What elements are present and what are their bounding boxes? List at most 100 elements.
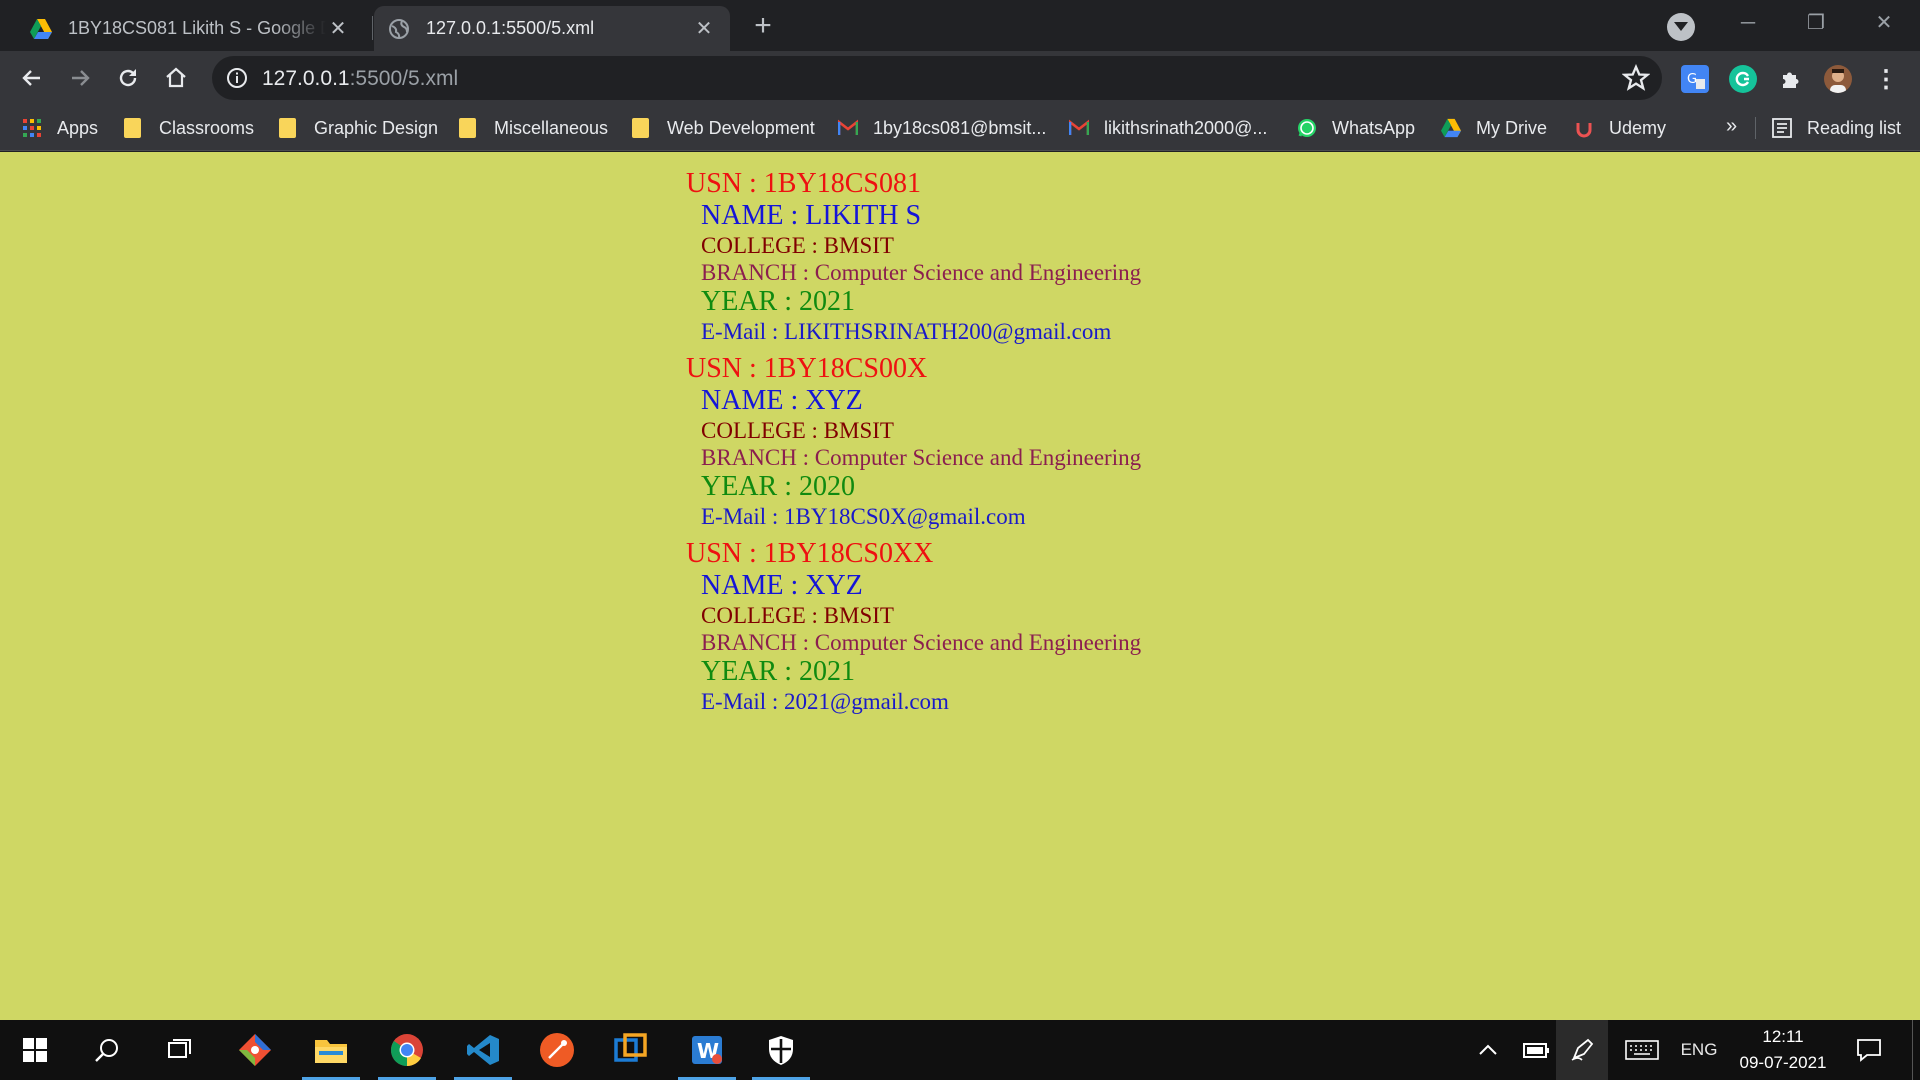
bookmark-whatsapp[interactable]: WhatsApp — [1297, 115, 1415, 141]
file-explorer-icon[interactable] — [300, 1020, 362, 1080]
clock-date: 09-07-2021 — [1739, 1053, 1827, 1072]
usn-text: USN : 1BY18CS00X — [686, 353, 928, 384]
tab-localhost[interactable]: 127.0.0.1:5500/5.xml ✕ — [374, 6, 730, 51]
email-text: E-Mail : 1BY18CS0X@gmail.com — [701, 504, 1026, 529]
bookmark-label: likithsrinath2000@... — [1104, 117, 1268, 138]
home-button[interactable] — [158, 60, 194, 96]
folder-icon — [124, 118, 141, 138]
bookmark-gmail-college[interactable]: 1by18cs081@bmsit... — [838, 115, 1046, 141]
gmail-icon — [838, 119, 858, 135]
back-button[interactable] — [14, 60, 50, 96]
reload-button[interactable] — [110, 60, 146, 96]
close-window-button[interactable]: ✕ — [1864, 8, 1904, 38]
bookmark-classrooms[interactable]: Classrooms — [124, 115, 254, 141]
extensions-puzzle-icon[interactable] — [1777, 65, 1805, 93]
close-tab-icon[interactable]: ✕ — [692, 17, 716, 41]
folder-icon — [632, 118, 649, 138]
apps-grid-icon — [23, 119, 41, 137]
chrome-icon[interactable] — [376, 1020, 438, 1080]
bookmark-miscellaneous[interactable]: Miscellaneous — [459, 115, 608, 141]
bookmark-apps[interactable]: Apps — [22, 115, 98, 141]
tab-search-button[interactable] — [1667, 13, 1695, 41]
usn-text: USN : 1BY18CS0XX — [686, 538, 934, 569]
tab-google-drive[interactable]: 1BY18CS081 Likith S - Google Drive ✕ — [16, 6, 364, 51]
show-desktop-button[interactable] — [1912, 1020, 1920, 1080]
folder-icon — [459, 118, 476, 138]
branch-text: BRANCH : Computer Science and Engineerin… — [701, 630, 1142, 655]
bookmark-web-development[interactable]: Web Development — [632, 115, 815, 141]
branch-text: BRANCH : Computer Science and Engineerin… — [701, 445, 1142, 470]
year-text: YEAR : 2021 — [701, 286, 855, 317]
url-path: :5500/5.xml — [349, 67, 459, 90]
info-icon[interactable] — [226, 67, 248, 89]
name-text: NAME : LIKITH S — [701, 200, 922, 231]
bookmark-gmail-personal[interactable]: likithsrinath2000@... — [1069, 115, 1267, 141]
bookmark-label: 1by18cs081@bmsit... — [873, 117, 1047, 138]
bookmark-label: My Drive — [1476, 117, 1547, 138]
bookmark-star-icon[interactable] — [1622, 64, 1650, 92]
bookmark-label: Miscellaneous — [494, 117, 609, 138]
globe-icon — [388, 18, 410, 40]
profile-avatar[interactable] — [1824, 65, 1852, 93]
forward-button[interactable] — [62, 60, 98, 96]
windows-start-icon[interactable] — [4, 1020, 66, 1080]
bookmark-label: Graphic Design — [314, 117, 439, 138]
bookmark-my-drive[interactable]: My Drive — [1441, 115, 1547, 141]
student-records: USN : 1BY18CS081 NAME : LIKITH S COLLEGE… — [686, 168, 1141, 723]
notifications-icon[interactable] — [1844, 1020, 1894, 1080]
bookmarks-bar: Apps Classrooms Graphic Design Miscellan… — [0, 104, 1920, 151]
search-icon[interactable] — [76, 1020, 138, 1080]
system-clock[interactable]: 12:11 09-07-2021 — [1732, 1024, 1834, 1076]
reload-icon — [119, 69, 137, 87]
student-record: USN : 1BY18CS00X NAME : XYZ COLLEGE : BM… — [686, 353, 1141, 531]
tab-strip: 1BY18CS081 Likith S - Google Drive ✕ 127… — [0, 0, 1920, 51]
grammarly-icon[interactable] — [1729, 65, 1757, 93]
bookmark-label: WhatsApp — [1332, 117, 1416, 138]
show-hidden-icons-button[interactable] — [1466, 1020, 1510, 1080]
home-icon — [166, 67, 186, 88]
word-icon[interactable]: W — [676, 1020, 738, 1080]
name-text: NAME : XYZ — [701, 570, 863, 601]
git-icon[interactable] — [224, 1020, 286, 1080]
minimize-button[interactable]: ─ — [1728, 8, 1768, 38]
bookmarks-separator — [1755, 117, 1756, 139]
folder-icon — [279, 118, 296, 138]
college-text: COLLEGE : BMSIT — [701, 603, 894, 628]
whatsapp-icon — [1298, 119, 1316, 137]
taskbar: W ENG 12:11 09-07-2021 — [0, 1020, 1920, 1080]
arrow-left-icon — [22, 70, 40, 86]
branch-text: BRANCH : Computer Science and Engineerin… — [701, 260, 1142, 285]
college-text: COLLEGE : BMSIT — [701, 418, 894, 443]
google-drive-icon — [30, 18, 52, 40]
clock-time: 12:11 — [1762, 1027, 1804, 1046]
bookmark-graphic-design[interactable]: Graphic Design — [279, 115, 438, 141]
restore-button[interactable]: ❐ — [1796, 8, 1836, 38]
language-indicator[interactable]: ENG — [1674, 1020, 1724, 1080]
close-tab-icon[interactable]: ✕ — [326, 17, 350, 41]
google-translate-icon[interactable]: G — [1681, 65, 1709, 93]
address-bar[interactable]: 127.0.0.1:5500/5.xml — [212, 56, 1662, 100]
pen-workspace-icon[interactable] — [1556, 1020, 1608, 1080]
url-text[interactable]: 127.0.0.1:5500/5.xml — [262, 67, 458, 91]
browser-toolbar: 127.0.0.1:5500/5.xml G ⋮ — [0, 51, 1920, 104]
bookmarks-overflow-button[interactable]: » — [1726, 115, 1737, 138]
new-tab-button[interactable]: + — [748, 11, 778, 42]
google-drive-icon — [1441, 118, 1461, 138]
postman-icon[interactable] — [526, 1020, 588, 1080]
vscode-icon[interactable] — [452, 1020, 514, 1080]
chevron-up-icon — [1479, 1044, 1497, 1055]
battery-icon[interactable] — [1514, 1020, 1558, 1080]
gmail-icon — [1069, 119, 1089, 135]
reading-list-button[interactable]: Reading list — [1772, 115, 1901, 141]
security-shield-icon[interactable] — [750, 1020, 812, 1080]
touch-keyboard-icon[interactable] — [1620, 1020, 1664, 1080]
tab-separator — [372, 16, 373, 40]
task-view-icon[interactable] — [148, 1020, 210, 1080]
bookmark-udemy[interactable]: Udemy — [1574, 115, 1666, 141]
email-text: E-Mail : LIKITHSRINATH200@gmail.com — [701, 319, 1112, 344]
virtualbox-icon[interactable] — [600, 1020, 662, 1080]
college-text: COLLEGE : BMSIT — [701, 233, 894, 258]
year-text: YEAR : 2021 — [701, 656, 855, 687]
udemy-icon — [1576, 123, 1592, 138]
more-menu-icon[interactable]: ⋮ — [1872, 65, 1900, 93]
